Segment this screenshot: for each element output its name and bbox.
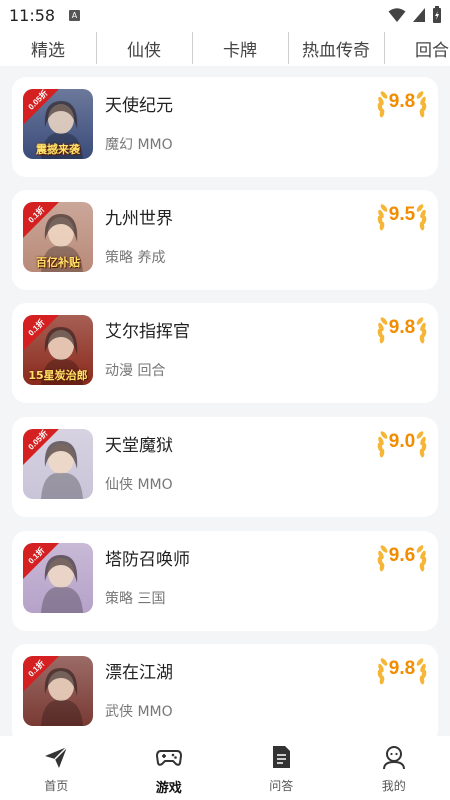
discount-badge: 0.05折 xyxy=(23,89,59,125)
nav-profile-label: 我的 xyxy=(381,779,406,793)
nav-profile[interactable]: 我的 xyxy=(338,736,450,800)
tab-turn-based[interactable]: 回合 xyxy=(384,30,450,66)
game-name: 九州世界 xyxy=(105,209,173,229)
rating-score: 9.8 xyxy=(376,654,428,686)
wifi-icon xyxy=(388,8,406,22)
tab-card[interactable]: 卡牌 xyxy=(192,30,288,66)
nav-games[interactable]: 游戏 xyxy=(113,736,226,800)
user-icon xyxy=(382,746,405,770)
status-bar: 11:58 A xyxy=(0,0,450,30)
discount-badge: 0.1折 xyxy=(23,315,59,351)
battery-icon xyxy=(433,6,441,23)
gamepad-icon xyxy=(155,750,182,766)
game-tags: 魔幻 MMO xyxy=(105,137,173,153)
game-card[interactable]: 0.05折 震撼来袭 天使纪元 魔幻 MMO 9.8 xyxy=(12,77,438,177)
tab-featured[interactable]: 精选 xyxy=(0,30,96,66)
game-card[interactable]: 0.1折 百亿补贴 九州世界 策略 养成 9.5 xyxy=(12,190,438,290)
nav-home-label: 首页 xyxy=(44,779,69,793)
status-time: 11:58 xyxy=(9,6,56,25)
game-thumbnail: 0.1折 xyxy=(23,656,93,726)
game-tags: 策略 三国 xyxy=(105,591,166,607)
game-tags: 动漫 回合 xyxy=(105,363,166,379)
rating-score: 9.8 xyxy=(376,313,428,345)
tab-legend[interactable]: 热血传奇 xyxy=(288,30,384,66)
game-tags: 武侠 MMO xyxy=(105,704,173,720)
discount-badge: 0.1折 xyxy=(23,656,59,692)
discount-badge: 0.1折 xyxy=(23,202,59,238)
a-notification-icon: A xyxy=(69,10,80,21)
game-thumbnail: 0.1折 15星炭治郎 xyxy=(23,315,93,385)
nav-qa-label: 问答 xyxy=(269,779,294,793)
game-name: 天使纪元 xyxy=(105,96,173,116)
game-card[interactable]: 0.1折 15星炭治郎 艾尔指挥官动漫 回合 9.8 xyxy=(12,303,438,403)
status-icons xyxy=(388,6,442,24)
game-thumbnail: 0.05折 xyxy=(23,429,93,499)
discount-badge: 0.1折 xyxy=(23,543,59,579)
rating-score: 9.6 xyxy=(376,541,428,573)
game-name: 天堂魔狱 xyxy=(105,436,173,456)
game-name: 塔防召唤师 xyxy=(105,550,190,570)
game-card[interactable]: 0.05折 天堂魔狱仙侠 MMO 9.0 xyxy=(12,417,438,517)
thumbnail-overlay-text: 百亿补贴 xyxy=(36,256,80,269)
rating-value: 9.8 xyxy=(388,91,416,112)
rating-value: 9.0 xyxy=(388,431,416,452)
game-tags: 策略 养成 xyxy=(105,250,166,266)
rating-value: 9.8 xyxy=(388,317,416,338)
rating-score: 9.5 xyxy=(376,200,428,232)
nav-qa[interactable]: 问答 xyxy=(225,736,338,800)
bottom-nav: 首页 游戏 问答 我的 xyxy=(0,736,450,800)
game-tags: 仙侠 MMO xyxy=(105,477,173,493)
category-tabs: 精选 仙侠 卡牌 热血传奇 回合 xyxy=(0,30,450,66)
thumbnail-overlay-text: 15星炭治郎 xyxy=(28,369,88,382)
document-icon xyxy=(273,746,291,768)
rating-score: 9.8 xyxy=(376,87,428,119)
thumbnail-overlay-text: 震撼来袭 xyxy=(36,143,80,156)
game-name: 漂在江湖 xyxy=(105,663,173,683)
game-list: 0.05折 震撼来袭 天使纪元 魔幻 MMO 9.8 0.1折 百亿补贴 九州世界 策略 养成 9… xyxy=(0,66,450,736)
game-thumbnail: 0.1折百亿补贴 xyxy=(23,202,93,272)
cellular-icon xyxy=(413,8,425,22)
rating-score: 9.0 xyxy=(376,427,428,459)
rating-value: 9.6 xyxy=(388,545,416,566)
tab-xianxia[interactable]: 仙侠 xyxy=(96,30,192,66)
game-name: 艾尔指挥官 xyxy=(105,322,190,342)
nav-games-label: 游戏 xyxy=(155,781,182,796)
game-thumbnail: 0.1折 xyxy=(23,543,93,613)
rating-value: 9.5 xyxy=(388,204,416,225)
game-thumbnail: 0.05折震撼来袭 xyxy=(23,89,93,159)
game-card[interactable]: 0.1折 漂在江湖武侠 MMO 9.8 xyxy=(12,644,438,736)
nav-home[interactable]: 首页 xyxy=(0,736,113,800)
rating-value: 9.8 xyxy=(388,658,416,679)
paper-plane-icon xyxy=(45,746,68,768)
discount-badge: 0.05折 xyxy=(23,429,59,465)
game-card[interactable]: 0.1折 塔防召唤师策略 三国 9.6 xyxy=(12,531,438,631)
